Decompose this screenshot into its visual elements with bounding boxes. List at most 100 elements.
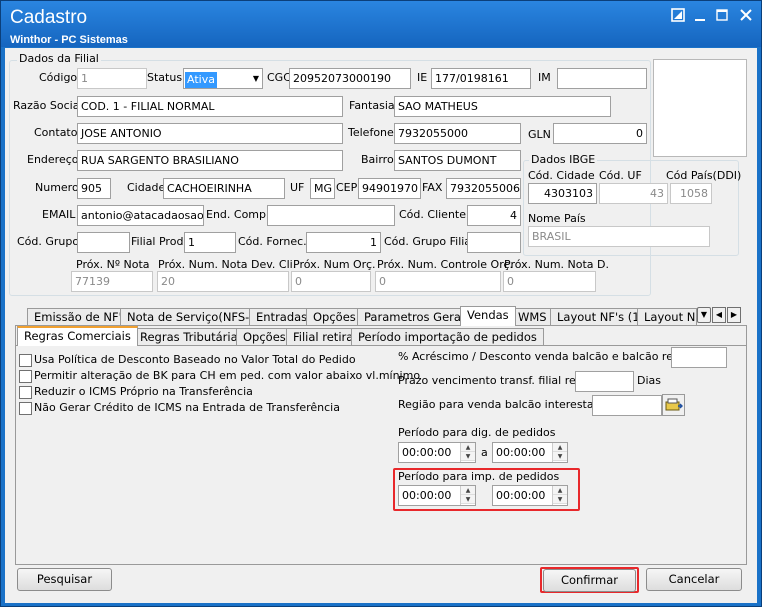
tab-periodo-importacao[interactable]: Período importação de pedidos xyxy=(351,328,544,346)
cod-grupo-field[interactable] xyxy=(77,232,130,253)
tab-layout-nfs-1[interactable]: Layout NF's (1) xyxy=(550,308,652,326)
periodo-imp-from-spinner[interactable]: ▲ ▼ xyxy=(460,486,475,505)
periodo-dig-from-field[interactable]: 00:00:00 ▲ ▼ xyxy=(398,442,476,463)
cep-field[interactable]: 94901970 xyxy=(358,178,421,199)
filial-prod-label: Filial Prod. xyxy=(131,235,187,248)
cgc-field[interactable]: 20952073000190 xyxy=(289,68,411,89)
contato-field[interactable]: JOSE ANTONIO xyxy=(77,123,343,144)
status-selected-value: Ativa xyxy=(185,72,217,88)
email-label: EMAIL xyxy=(42,208,76,221)
end-comp-label: End. Comp. xyxy=(206,208,270,221)
regiao-field[interactable] xyxy=(592,395,662,416)
prox-orc-label: Próx. Num Orç. xyxy=(293,258,376,271)
confirmar-button[interactable]: Confirmar xyxy=(543,569,636,592)
tab-wms[interactable]: WMS xyxy=(511,308,554,326)
codigo-label: Código xyxy=(39,71,78,84)
im-field[interactable] xyxy=(557,68,647,89)
endereco-label: Endereço xyxy=(27,153,79,166)
search-region-icon[interactable] xyxy=(662,394,685,416)
filial-prod-field[interactable]: 1 xyxy=(184,232,236,253)
acrescimo-label: % Acréscimo / Desconto venda balcão e ba… xyxy=(398,350,704,363)
cod-fornec-field[interactable]: 1 xyxy=(306,232,381,253)
end-comp-field[interactable] xyxy=(267,205,395,226)
periodo-imp-from-field[interactable]: 00:00:00 ▲ ▼ xyxy=(398,485,476,506)
cod-pais-field[interactable]: 1058 xyxy=(670,183,712,204)
cgc-label: CGC xyxy=(267,71,291,84)
uf-field[interactable]: MG xyxy=(310,178,335,199)
periodo-dig-to-spinner[interactable]: ▲ ▼ xyxy=(552,443,567,462)
prox-nota-d-field[interactable]: 0 xyxy=(503,271,596,292)
cod-cidade-field[interactable]: 4303103 xyxy=(528,183,597,204)
close-icon[interactable] xyxy=(738,8,754,24)
numero-field[interactable]: 905 xyxy=(77,178,111,199)
prox-controle-orc-field[interactable]: 0 xyxy=(375,271,501,292)
gln-label: GLN xyxy=(528,128,551,141)
tab-emissao-nfs[interactable]: Emissão de NF's xyxy=(27,308,135,326)
ie-label: IE xyxy=(417,71,428,84)
telefone-label: Telefone xyxy=(348,126,394,139)
prox-orc-field[interactable]: 0 xyxy=(291,271,371,292)
cod-cliente-field[interactable]: 4 xyxy=(467,205,521,226)
tab-scroll-right-icon[interactable]: ▶ xyxy=(727,307,741,323)
checkbox-usa-politica-desconto-label: Usa Política de Desconto Baseado no Valo… xyxy=(34,353,356,366)
form-client-area: Dados da Filial Código 1 Status Ativa ▼ … xyxy=(5,48,757,603)
tab-vendas[interactable]: Vendas xyxy=(460,306,516,326)
endereco-field[interactable]: RUA SARGENTO BRASILIANO xyxy=(77,150,343,171)
status-select[interactable]: Ativa ▼ xyxy=(183,68,263,89)
fax-label: FAX xyxy=(422,181,443,194)
checkbox-nao-gerar-credito-label: Não Gerar Crédito de ICMS na Entrada de … xyxy=(34,401,340,414)
tab-dropdown-icon[interactable]: ▼ xyxy=(697,307,711,323)
email-field[interactable]: antonio@atacadaosaoma xyxy=(77,205,204,226)
window-subtitle: Winthor - PC Sistemas xyxy=(10,34,128,46)
checkbox-permitir-alteracao-bk-label: Permitir alteração de BK para CH em ped.… xyxy=(34,369,421,382)
ie-field[interactable]: 177/0198161 xyxy=(431,68,531,89)
cidade-field[interactable]: CACHOEIRINHA xyxy=(163,178,285,199)
cancelar-button[interactable]: Cancelar xyxy=(646,568,742,591)
tab-scroll-left-icon[interactable]: ◀ xyxy=(712,307,726,323)
periodo-imp-to-value: 00:00:00 xyxy=(496,489,546,502)
gln-field[interactable]: 0 xyxy=(553,123,647,144)
periodo-dig-to-field[interactable]: 00:00:00 ▲ ▼ xyxy=(492,442,568,463)
codigo-field[interactable]: 1 xyxy=(77,68,147,89)
cod-uf-field[interactable]: 43 xyxy=(599,183,668,204)
periodo-imp-to-field[interactable]: 00:00:00 ▲ ▼ xyxy=(492,485,568,506)
prox-nota-dev-field[interactable]: 20 xyxy=(157,271,289,292)
pesquisar-button[interactable]: Pesquisar xyxy=(17,568,112,591)
help-icon[interactable] xyxy=(670,8,686,24)
tab-filial-retira[interactable]: Filial retira xyxy=(286,328,361,346)
checkbox-reduzir-icms-label: Reduzir o ICMS Próprio na Transferência xyxy=(34,385,253,398)
title-bar[interactable]: Cadastro Winthor - PC Sistemas xyxy=(1,1,761,47)
chevron-down-icon[interactable]: ▼ xyxy=(253,69,259,88)
prazo-field[interactable] xyxy=(575,371,634,392)
tab-regras-tributarias[interactable]: Regras Tributárias xyxy=(133,328,251,346)
checkbox-nao-gerar-credito[interactable] xyxy=(19,402,32,415)
tab-entradas[interactable]: Entradas xyxy=(249,308,315,326)
prazo-unit-label: Dias xyxy=(637,374,661,387)
cod-grupo-filial-field[interactable] xyxy=(467,232,521,253)
regiao-label: Região para venda balcão interestadual xyxy=(398,398,618,411)
checkbox-usa-politica-desconto[interactable] xyxy=(19,354,32,367)
checkbox-reduzir-icms[interactable] xyxy=(19,386,32,399)
bairro-field[interactable]: SANTOS DUMONT xyxy=(394,150,521,171)
prox-nota-field[interactable]: 77139 xyxy=(71,271,153,292)
telefone-field[interactable]: 7932055000 xyxy=(394,123,521,144)
checkbox-permitir-alteracao-bk[interactable] xyxy=(19,370,32,383)
acrescimo-field[interactable] xyxy=(671,347,727,368)
cep-label: CEP xyxy=(336,181,358,194)
minimize-icon[interactable] xyxy=(692,8,708,24)
fantasia-field[interactable]: SAO MATHEUS xyxy=(394,96,611,117)
razao-social-field[interactable]: COD. 1 - FILIAL NORMAL xyxy=(77,96,343,117)
tab-sub-opcoes[interactable]: Opções xyxy=(236,328,293,346)
maximize-icon[interactable] xyxy=(714,8,730,24)
cod-cidade-label: Cód. Cidade xyxy=(528,169,595,182)
tab-nota-servico[interactable]: Nota de Serviço(NFS-E) xyxy=(120,308,269,326)
prox-nota-label: Próx. Nº Nota xyxy=(76,258,150,271)
logo-image-box[interactable] xyxy=(653,59,747,157)
nome-pais-field[interactable]: BRASIL xyxy=(528,226,710,247)
tab-opcoes[interactable]: Opções xyxy=(306,308,363,326)
tab-layout-nfs[interactable]: Layout NF's xyxy=(637,308,697,326)
tab-regras-comerciais[interactable]: Regras Comerciais xyxy=(17,326,138,346)
periodo-imp-to-spinner[interactable]: ▲ ▼ xyxy=(552,486,567,505)
fax-field[interactable]: 7932055006 xyxy=(446,178,521,199)
periodo-dig-from-spinner[interactable]: ▲ ▼ xyxy=(460,443,475,462)
